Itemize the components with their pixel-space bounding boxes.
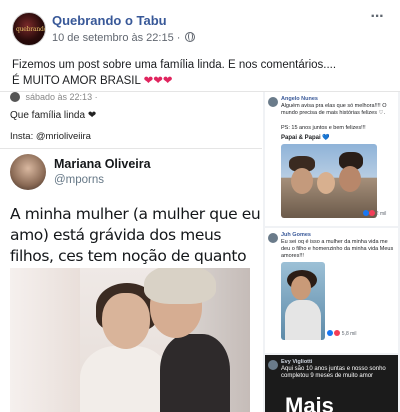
family-photo-face-2 [317, 172, 335, 194]
post-timestamp[interactable]: 10 de setembro às 22:15 · [52, 32, 180, 44]
more-options-button[interactable]: ··· [366, 9, 388, 28]
love-icon [334, 330, 341, 336]
insta-credit: Insta: @mrioliveiira [10, 131, 91, 142]
signature-text: Papai & Papai [281, 135, 321, 141]
comment-photo [281, 262, 325, 340]
comment-text: Aqui são 10 anos juntas e nosso sonho co… [281, 366, 386, 379]
commenter-name: Juh Gomes [281, 232, 311, 238]
photo-person-2-hair [144, 268, 216, 304]
reaction-count: 2 mil [363, 210, 386, 217]
reaction-count: 5,8 mil [327, 330, 357, 337]
caption-line-1: Fizemos um post sobre uma família linda.… [12, 59, 337, 71]
insta-avatar [10, 92, 20, 102]
tweet-screenshot: sábado às 22:13 · Que família linda ❤ In… [0, 92, 262, 412]
photo-person-1-body [80, 346, 170, 412]
commenter-name: Evy Vigliotti [281, 359, 313, 365]
heart-emoji-icons: ❤❤❤ [143, 75, 173, 87]
divider [0, 148, 262, 149]
post-meta: 10 de setembro às 22:15 · [52, 32, 196, 44]
couple-photo [10, 268, 250, 412]
avatar-logo-text: quebrando [16, 26, 46, 33]
commenter-avatar [268, 233, 278, 243]
blue-heart-icon: 💙 [322, 135, 330, 141]
post-caption: Fizemos um post sobre uma família linda.… [12, 57, 392, 89]
commenter-avatar [268, 97, 278, 107]
insta-caption: Que família linda ❤ [10, 110, 97, 121]
comments-collage: Angelo Nunes Alguém avisa pra elas que s… [263, 92, 400, 412]
comment-signature: Papai & Papai 💙 [281, 134, 330, 141]
comment-card: Juh Gomes Eu sei oq é isso a mulher da m… [265, 228, 398, 353]
photo-person-2-body [160, 334, 230, 412]
insta-header: sábado às 22:13 · [10, 92, 250, 106]
comment-image-text: Mais [285, 393, 334, 412]
page-avatar[interactable]: quebrando [12, 12, 46, 46]
photo-person-1-face [102, 293, 150, 349]
like-icon [327, 330, 333, 336]
tweet-author-handle: @mporns [54, 174, 105, 186]
page-name-link[interactable]: Quebrando o Tabu [52, 13, 167, 28]
comment-card: Angelo Nunes Alguém avisa pra elas que s… [265, 92, 398, 226]
reaction-count-text: 5,8 mil [341, 331, 357, 337]
comment-photo-body [285, 300, 321, 340]
caption-line-2: É MUITO AMOR BRASIL ❤❤❤ [12, 73, 392, 89]
tweet-author-name: Mariana Oliveira [54, 157, 151, 171]
commenter-name: Angelo Nunes [281, 96, 318, 102]
comment-photo-face [291, 276, 311, 300]
comment-text: Alguém avisa pra elas que só melhora!!!!… [281, 103, 387, 116]
commenter-avatar [268, 360, 278, 370]
comment-ps: PS: 15 anos juntos e bem felizes!!! [281, 125, 366, 131]
family-photo [281, 144, 377, 218]
comment-card: Evy Vigliotti Aqui são 10 anos juntas e … [265, 355, 398, 412]
tweet-author-avatar [10, 154, 46, 190]
globe-icon [185, 32, 196, 42]
post-header: quebrando Quebrando o Tabu 10 de setembr… [0, 0, 400, 52]
love-icon [369, 210, 376, 216]
like-icon [363, 210, 369, 216]
caption-line-2-text: É MUITO AMOR BRASIL [12, 75, 141, 87]
insta-timestamp: sábado às 22:13 · [25, 92, 98, 102]
family-photo-face-1 [291, 168, 313, 194]
family-photo-face-3 [339, 166, 361, 192]
comment-text: Eu sei oq é isso a mulher da minha vida … [281, 239, 394, 259]
more-horizontal-icon: ··· [370, 8, 385, 25]
post-media[interactable]: sábado às 22:13 · Que família linda ❤ In… [0, 91, 400, 412]
photo-curtain [10, 268, 80, 412]
reaction-count-text: 2 mil [375, 211, 387, 217]
